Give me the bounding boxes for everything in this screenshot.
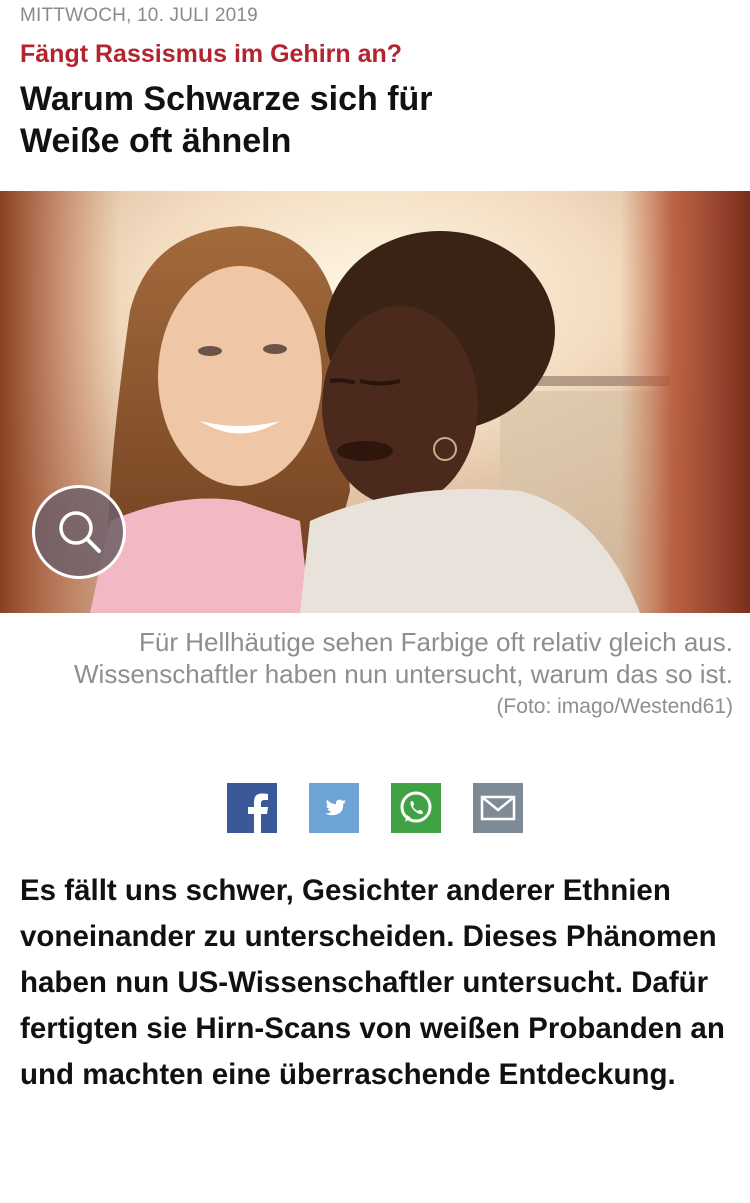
- headline-line-2: Weiße oft ähneln: [20, 122, 292, 160]
- photo-credit: (Foto: imago/Westend61): [496, 695, 733, 718]
- facebook-icon: [227, 783, 277, 833]
- share-bar: [227, 783, 523, 833]
- article-date: MITTWOCH, 10. JULI 2019: [20, 5, 258, 26]
- zoom-button[interactable]: [32, 485, 126, 579]
- image-caption: Für Hellhäutige sehen Farbige oft relati…: [13, 626, 733, 722]
- caption-line-1: Für Hellhäutige sehen Farbige oft relati…: [139, 627, 733, 657]
- whatsapp-icon: [391, 783, 441, 833]
- twitter-icon: [309, 783, 359, 833]
- share-whatsapp-button[interactable]: [391, 783, 441, 833]
- article-lead: Es fällt uns schwer, Gesichter anderer E…: [20, 874, 725, 1091]
- caption-line-2: Wissenschaftler haben nun untersucht, wa…: [74, 659, 733, 689]
- headline-line-1: Warum Schwarze sich für: [20, 80, 433, 118]
- magnifier-icon: [59, 511, 101, 553]
- article-headline: Warum Schwarze sich für Weiße oft ähneln: [20, 78, 580, 162]
- article-kicker: Fängt Rassismus im Gehirn an?: [20, 40, 403, 68]
- share-twitter-button[interactable]: [309, 783, 359, 833]
- share-facebook-button[interactable]: [227, 783, 277, 833]
- share-email-button[interactable]: [473, 783, 523, 833]
- mail-icon: [473, 783, 523, 833]
